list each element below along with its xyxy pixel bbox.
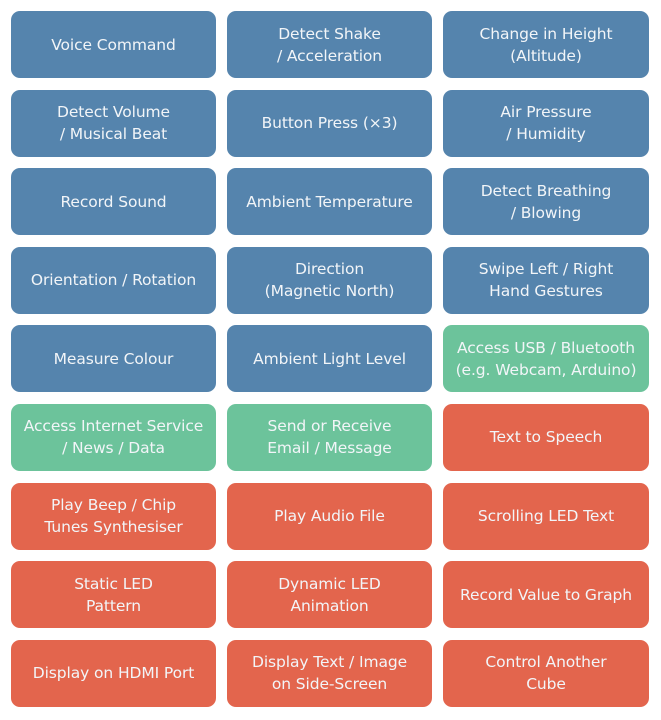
tile-detect-breathing[interactable]: Detect Breathing / Blowing (443, 168, 649, 236)
tile-orientation-rotation[interactable]: Orientation / Rotation (11, 246, 216, 314)
tile-voice-command[interactable]: Voice Command (11, 11, 216, 78)
tile-dynamic-led-animation[interactable]: Dynamic LED Animation (227, 561, 432, 629)
capability-grid: Voice Command Detect Shake / Acceleratio… (11, 11, 649, 707)
tile-control-another-cube[interactable]: Control Another Cube (443, 639, 649, 707)
tile-change-in-height[interactable]: Change in Height (Altitude) (443, 11, 649, 78)
tile-direction[interactable]: Direction (Magnetic North) (227, 246, 432, 314)
tile-send-receive-email[interactable]: Send or Receive Email / Message (227, 403, 432, 471)
tile-display-side-screen[interactable]: Display Text / Image on Side-Screen (227, 639, 432, 707)
tile-access-internet[interactable]: Access Internet Service / News / Data (11, 403, 216, 471)
tile-static-led-pattern[interactable]: Static LED Pattern (11, 561, 216, 629)
tile-detect-volume[interactable]: Detect Volume / Musical Beat (11, 89, 216, 157)
tile-play-beep[interactable]: Play Beep / Chip Tunes Synthesiser (11, 482, 216, 550)
tile-record-sound[interactable]: Record Sound (11, 168, 216, 236)
tile-measure-colour[interactable]: Measure Colour (11, 325, 216, 393)
tile-air-pressure[interactable]: Air Pressure / Humidity (443, 89, 649, 157)
tile-play-audio-file[interactable]: Play Audio File (227, 482, 432, 550)
tile-button-press[interactable]: Button Press (×3) (227, 89, 432, 157)
tile-scrolling-led-text[interactable]: Scrolling LED Text (443, 482, 649, 550)
tile-access-usb-bluetooth[interactable]: Access USB / Bluetooth (e.g. Webcam, Ard… (443, 325, 649, 393)
tile-detect-shake[interactable]: Detect Shake / Acceleration (227, 11, 432, 78)
tile-record-value-graph[interactable]: Record Value to Graph (443, 561, 649, 629)
tile-ambient-temperature[interactable]: Ambient Temperature (227, 168, 432, 236)
tile-text-to-speech[interactable]: Text to Speech (443, 403, 649, 471)
tile-ambient-light[interactable]: Ambient Light Level (227, 325, 432, 393)
tile-display-hdmi[interactable]: Display on HDMI Port (11, 639, 216, 707)
tile-swipe-gestures[interactable]: Swipe Left / Right Hand Gestures (443, 246, 649, 314)
